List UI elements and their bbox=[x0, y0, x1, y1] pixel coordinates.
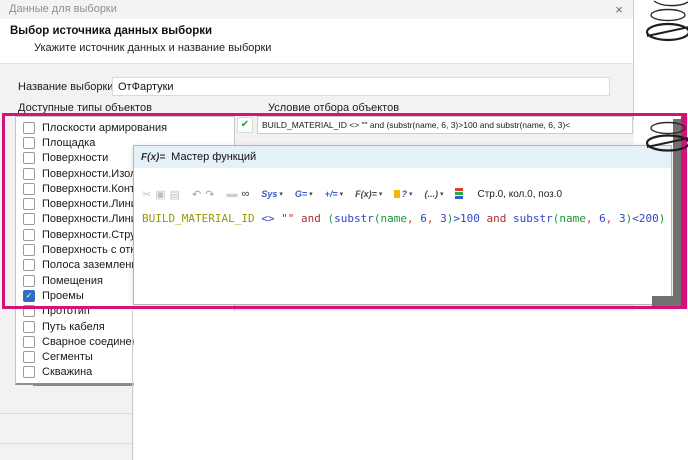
screenshot-stage: Данные для выборки × Выбор источника дан… bbox=[0, 0, 688, 460]
global-vars-menu[interactable]: G=▾ bbox=[295, 189, 313, 199]
type-list-item-label: Поверхность с отко bbox=[42, 244, 141, 256]
unchecked-checkbox-icon[interactable] bbox=[23, 305, 35, 317]
functions-menu[interactable]: F(x)=▾ bbox=[355, 189, 382, 199]
unchecked-checkbox-icon[interactable] bbox=[23, 183, 35, 195]
copy-icon[interactable]: ▣ bbox=[155, 188, 165, 201]
header-subtitle: Укажите источник данных и название выбор… bbox=[34, 42, 271, 54]
dialog-separator bbox=[0, 443, 132, 444]
dash-icon[interactable]: ▬ bbox=[226, 188, 237, 200]
type-list-item-label: Проемы bbox=[42, 290, 84, 302]
formula-text: BUILD_MATERIAL_ID <> "" and (substr(name… bbox=[142, 212, 665, 225]
type-list-item-label: Помещения bbox=[42, 275, 103, 287]
cropped-blank-area bbox=[134, 311, 688, 460]
check-condition-button[interactable]: ✔ bbox=[237, 117, 253, 133]
cursor-position-status: Стр.0, кол.0, поз.0 bbox=[477, 189, 562, 200]
function-wizard-toolbar: ✂ ▣ ▤ ↶ ↷ ▬ ∞ Sys▾ G=▾ +/=▾ F(x)=▾ ?▾ (...)▾ Стр.0, к… bbox=[134, 182, 671, 206]
unchecked-checkbox-icon[interactable] bbox=[23, 168, 35, 180]
unchecked-checkbox-icon[interactable] bbox=[23, 259, 35, 271]
dialog-right-edge bbox=[633, 0, 634, 120]
unchecked-checkbox-icon[interactable] bbox=[23, 137, 35, 149]
unchecked-checkbox-icon[interactable] bbox=[23, 321, 35, 333]
selection-name-input[interactable]: ОтФартуки bbox=[112, 77, 610, 96]
paste-icon[interactable]: ▤ bbox=[170, 188, 180, 201]
dialog-separator bbox=[0, 413, 132, 414]
type-list-item-label: Поверхности.Линия bbox=[42, 213, 143, 225]
unchecked-checkbox-icon[interactable] bbox=[23, 244, 35, 256]
function-wizard-titlebar: F(x)= Мастер функций bbox=[134, 146, 671, 168]
type-list-item-label: Поверхности.Изоля bbox=[42, 168, 142, 180]
unchecked-checkbox-icon[interactable] bbox=[23, 152, 35, 164]
unchecked-checkbox-icon[interactable] bbox=[23, 213, 35, 225]
operators-menu[interactable]: +/=▾ bbox=[325, 189, 344, 199]
type-list-item[interactable]: Плоскости армирования bbox=[16, 120, 234, 135]
type-list-item-label: Путь кабеля bbox=[42, 321, 105, 333]
checked-checkbox-icon[interactable]: ✓ bbox=[23, 290, 35, 302]
dialog-header: Выбор источника данных выборки Укажите и… bbox=[0, 19, 634, 64]
type-list-item-label: Сегменты bbox=[42, 351, 93, 363]
list-bottom-edge bbox=[33, 384, 132, 386]
unchecked-checkbox-icon[interactable] bbox=[23, 122, 35, 134]
insert-link-icon[interactable]: ∞ bbox=[241, 188, 249, 200]
function-wizard-icon: F(x)= bbox=[141, 152, 165, 163]
unchecked-checkbox-icon[interactable] bbox=[23, 229, 35, 241]
unchecked-checkbox-icon[interactable] bbox=[23, 275, 35, 287]
dialog-title: Данные для выборки bbox=[9, 3, 117, 15]
type-list-item-label: Полоса заземления bbox=[42, 259, 143, 271]
formula-editor[interactable]: BUILD_MATERIAL_ID <> "" and (substr(name… bbox=[135, 206, 670, 303]
unchecked-checkbox-icon[interactable] bbox=[23, 198, 35, 210]
type-list-item-label: Прототип bbox=[42, 305, 90, 317]
function-wizard-title: Мастер функций bbox=[171, 151, 256, 163]
unchecked-checkbox-icon[interactable] bbox=[23, 351, 35, 363]
header-title: Выбор источника данных выборки bbox=[10, 25, 212, 37]
crop-edge bbox=[132, 311, 133, 460]
highlight-shadow bbox=[652, 296, 681, 307]
brackets-menu[interactable]: (...)▾ bbox=[424, 189, 443, 199]
cut-icon[interactable]: ✂ bbox=[142, 188, 151, 201]
undo-icon[interactable]: ↶ bbox=[192, 188, 201, 201]
highlight-shadow bbox=[673, 119, 682, 303]
unchecked-checkbox-icon[interactable] bbox=[23, 336, 35, 348]
type-list-item-label: Скважина bbox=[42, 366, 92, 378]
unchecked-checkbox-icon[interactable] bbox=[23, 366, 35, 378]
condition-label: Условие отбора объектов bbox=[268, 102, 399, 114]
type-list-item-label: Площадка bbox=[42, 137, 95, 149]
sys-functions-menu[interactable]: Sys▾ bbox=[261, 189, 283, 199]
redo-icon[interactable]: ↷ bbox=[205, 188, 214, 201]
close-icon[interactable]: × bbox=[606, 0, 632, 19]
type-list-item-label: Поверхности bbox=[42, 152, 108, 164]
object-types-label: Доступные типы объектов bbox=[18, 102, 152, 114]
type-list-item-label: Поверхности.Струк bbox=[42, 229, 141, 241]
function-wizard-window: F(x)= Мастер функций ✂ ▣ ▤ ↶ ↷ ▬ ∞ Sys▾ G=▾ +/=▾ F… bbox=[133, 145, 672, 305]
type-list-item-label: Поверхности.Конту bbox=[42, 183, 141, 195]
dialog-titlebar: Данные для выборки bbox=[0, 0, 634, 19]
type-list-item-label: Поверхности.Линия bbox=[42, 198, 143, 210]
condition-input[interactable]: BUILD_MATERIAL_ID <> "" and (substr(name… bbox=[257, 116, 633, 134]
type-list-item-label: Плоскости армирования bbox=[42, 122, 167, 134]
colors-icon[interactable] bbox=[455, 188, 467, 200]
selection-name-label: Название выборки bbox=[18, 81, 113, 93]
query-menu[interactable]: ?▾ bbox=[394, 189, 412, 199]
